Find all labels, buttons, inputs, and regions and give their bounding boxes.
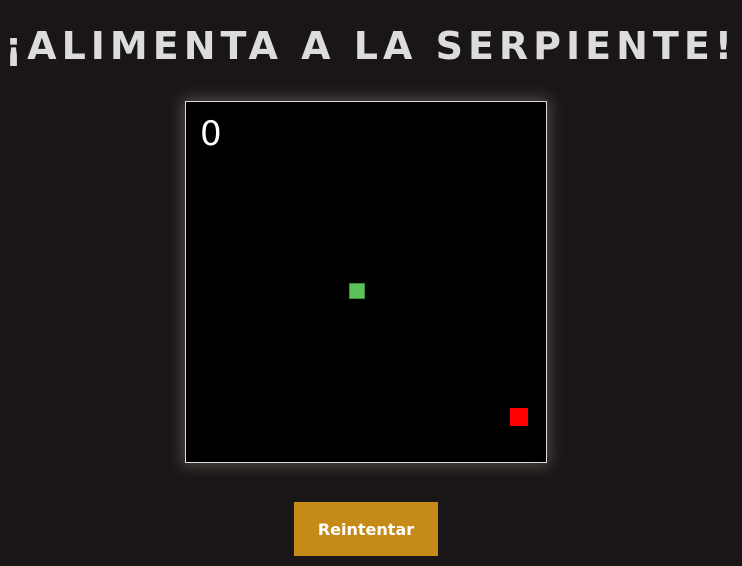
retry-button[interactable]: Reintentar [294, 502, 438, 556]
snake-segment [349, 283, 365, 299]
game-board[interactable]: 0 [185, 101, 547, 463]
food-pellet [510, 408, 528, 426]
game-title: ¡ALIMENTA A LA SERPIENTE! [4, 24, 738, 68]
score-display: 0 [200, 114, 222, 154]
